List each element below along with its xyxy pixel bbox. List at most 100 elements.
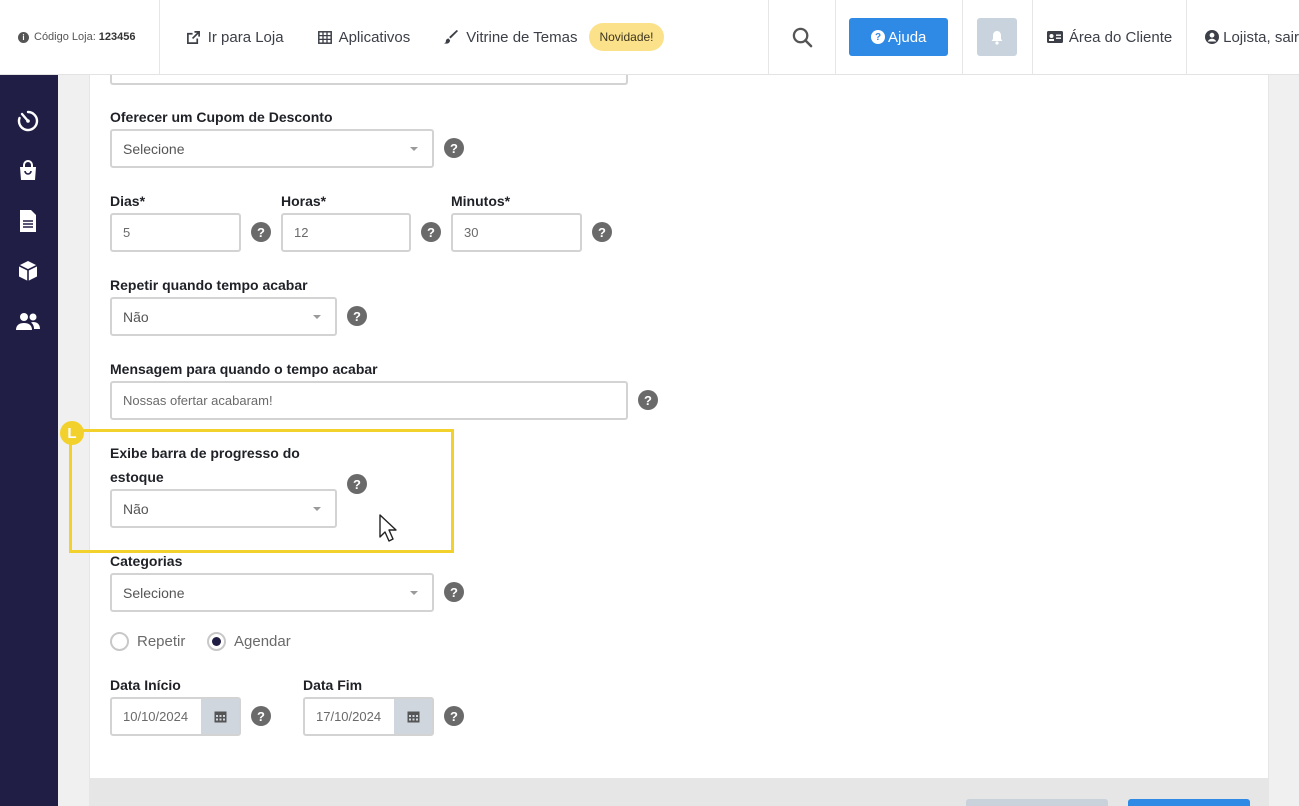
previous-field[interactable] (110, 75, 628, 85)
help-icon[interactable]: ? (444, 706, 464, 726)
user-circle-icon (1205, 30, 1220, 44)
hours-input[interactable]: 12 (281, 213, 411, 252)
highlight-marker: L (60, 421, 84, 445)
logout-link[interactable]: Lojista, sair (1187, 0, 1299, 75)
start-date-input[interactable]: 10/10/2024 (110, 697, 241, 736)
help-button-wrap: ? Ajuda (836, 0, 963, 75)
radio-schedule[interactable]: Agendar (207, 632, 291, 651)
mouse-cursor-icon (379, 514, 397, 542)
help-icon[interactable]: ? (444, 582, 464, 602)
sidebar (0, 75, 58, 806)
help-button[interactable]: ? Ajuda (849, 18, 949, 56)
bell-icon (991, 30, 1003, 45)
apps-link[interactable]: Aplicativos (317, 28, 411, 46)
help-button-label: Ajuda (888, 28, 927, 46)
store-code-label: Código Loja: (34, 31, 96, 43)
start-date-value: 10/10/2024 (123, 709, 189, 724)
days-label: Dias* (110, 193, 146, 209)
radio-circle-selected (207, 632, 226, 651)
minutes-value: 30 (464, 225, 479, 240)
calendar-icon (407, 711, 419, 723)
calendar-button[interactable] (394, 699, 432, 734)
top-nav-links: Ir para Loja Aplicativos Vitrine de Tema… (160, 0, 770, 75)
question-icon: ? (871, 30, 886, 44)
sidebar-item-dashboard[interactable] (15, 108, 41, 134)
new-badge: Novidade! (589, 23, 664, 51)
themes-link[interactable]: Vitrine de Temas (444, 29, 577, 46)
minutes-label: Minutos* (451, 193, 511, 209)
progress-bar-value: Não (123, 500, 149, 517)
help-icon[interactable]: ? (592, 222, 612, 242)
chevron-down-icon (410, 591, 418, 595)
end-message-value: Nossas ofertar acabaram! (123, 393, 273, 408)
repeat-on-end-value: Não (123, 308, 149, 325)
logout-label: Lojista, sair (1223, 28, 1299, 46)
minutes-input[interactable]: 30 (451, 213, 582, 252)
document-icon (20, 210, 36, 232)
end-message-label: Mensagem para quando o tempo acabar (110, 361, 378, 377)
notifications-button[interactable] (977, 18, 1018, 56)
sidebar-item-customers[interactable] (15, 308, 41, 334)
help-icon[interactable]: ? (251, 706, 271, 726)
help-icon[interactable]: ? (251, 222, 271, 242)
radio-circle (110, 632, 129, 651)
go-to-store-label: Ir para Loja (207, 28, 284, 46)
store-code: i Código Loja: 123456 (0, 0, 160, 75)
repeat-on-end-label: Repetir quando tempo acabar (110, 277, 308, 293)
sidebar-item-orders[interactable] (15, 158, 41, 184)
search-icon (792, 27, 812, 47)
chevron-down-icon (410, 147, 418, 151)
radio-repeat[interactable]: Repetir (110, 632, 185, 651)
brush-icon (444, 29, 459, 44)
themes-label: Vitrine de Temas (466, 28, 578, 46)
chevron-down-icon (313, 315, 321, 319)
end-message-input[interactable]: Nossas ofertar acabaram! (110, 381, 628, 420)
help-icon[interactable]: ? (444, 138, 464, 158)
progress-bar-label-line1: Exibe barra de progresso do (110, 445, 300, 461)
radio-schedule-label: Agendar (234, 633, 291, 650)
go-to-store-link[interactable]: Ir para Loja (186, 29, 284, 46)
search-button[interactable] (769, 0, 836, 75)
start-date-label: Data Início (110, 677, 181, 693)
categories-select-value: Selecione (123, 584, 185, 601)
apps-label: Aplicativos (338, 28, 411, 46)
help-icon[interactable]: ? (347, 474, 367, 494)
days-input[interactable]: 5 (110, 213, 241, 252)
hours-value: 12 (294, 225, 309, 240)
cancel-button[interactable] (966, 799, 1108, 806)
coupon-select-value: Selecione (123, 140, 185, 157)
client-area-link[interactable]: Área do Cliente (1033, 0, 1188, 75)
shopping-bag-icon (20, 160, 36, 180)
calendar-button[interactable] (201, 699, 239, 734)
categories-select[interactable]: Selecione (110, 573, 434, 612)
end-date-input[interactable]: 17/10/2024 (303, 697, 434, 736)
box-icon (18, 261, 38, 281)
speedometer-icon (17, 110, 39, 132)
coupon-select[interactable]: Selecione (110, 129, 434, 168)
sidebar-item-content[interactable] (15, 208, 41, 234)
chevron-down-icon (313, 507, 321, 511)
client-area-label: Área do Cliente (1068, 28, 1173, 46)
external-link-icon (186, 30, 200, 44)
help-icon[interactable]: ? (638, 390, 658, 410)
info-icon: i (18, 31, 29, 43)
end-date-label: Data Fim (303, 677, 363, 693)
grid-icon (317, 30, 332, 44)
form-footer (89, 778, 1269, 806)
help-icon[interactable]: ? (347, 306, 367, 326)
store-code-value: 123456 (98, 31, 136, 43)
notifications-wrap (963, 0, 1033, 75)
end-date-value: 17/10/2024 (316, 709, 382, 724)
users-icon (16, 313, 40, 330)
main-panel (89, 75, 1269, 778)
repeat-on-end-select[interactable]: Não (110, 297, 337, 336)
progress-bar-label-line2: estoque (110, 469, 164, 485)
sidebar-item-products[interactable] (15, 258, 41, 284)
calendar-icon (214, 711, 226, 723)
top-bar: i Código Loja: 123456 Ir para Loja Aplic… (0, 0, 1299, 75)
radio-repeat-label: Repetir (137, 633, 186, 650)
help-icon[interactable]: ? (421, 222, 441, 242)
save-button[interactable] (1128, 799, 1250, 806)
progress-bar-select[interactable]: Não (110, 489, 337, 528)
categories-label: Categorias (110, 553, 183, 569)
